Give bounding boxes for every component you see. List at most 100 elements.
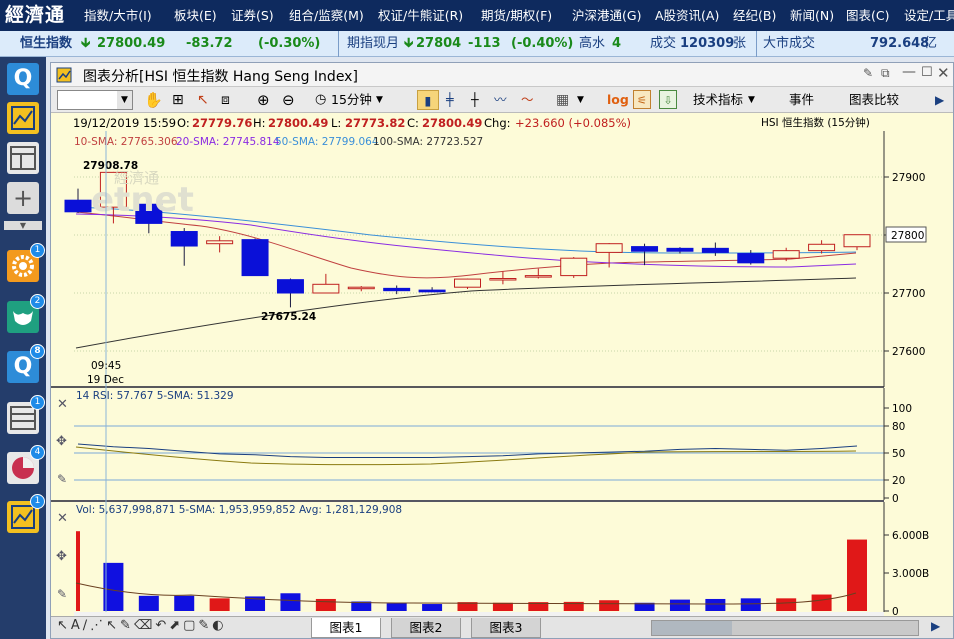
candle-body	[418, 289, 446, 293]
price-tick-label: 27900	[892, 172, 925, 184]
collapse-icon[interactable]: ▼	[4, 221, 42, 230]
tab-chart2[interactable]: 图表2	[391, 618, 461, 638]
volume-bar	[740, 598, 761, 611]
menu-bar: 經濟通 指数/大市(I) 板块(E) 证券(S) 组合/监察(M) 权证/牛熊证…	[0, 0, 954, 31]
menu-charts[interactable]: 图表(C)	[846, 0, 889, 31]
play-icon[interactable]: ▶	[931, 619, 940, 633]
turnover-unit: 亿	[924, 36, 938, 51]
rsi-panel-bg	[74, 388, 884, 500]
candle-body	[595, 243, 623, 253]
symbol-label: HSI 恒生指数 (15分钟)	[761, 116, 870, 129]
futures-change: -113	[468, 36, 501, 51]
menu-news[interactable]: 新闻(N)	[790, 0, 834, 31]
candle-body	[808, 243, 836, 252]
close-value: 27800.49	[422, 116, 482, 130]
rsi-tick-label: 80	[892, 421, 905, 433]
candle-body	[206, 240, 234, 245]
menu-portfolio[interactable]: 组合/监察(M)	[289, 0, 364, 31]
menu-securities[interactable]: 证券(S)	[231, 0, 274, 31]
edit-panel-icon[interactable]: ✎	[57, 587, 67, 601]
badge: 1	[30, 243, 45, 258]
time-label: 09:45	[91, 360, 121, 372]
futures-value: 27804	[416, 36, 462, 51]
open-value: 27779.76	[192, 116, 252, 130]
bottom-toolbar: ↖A∕⋰↖✎⌫↶⬈▢✎◐ 图表1 图表2 图表3 ▶	[51, 616, 953, 638]
app-logo: 經濟通	[5, 4, 66, 26]
settings-gear-icon[interactable]: 1	[7, 243, 45, 282]
layout-icon[interactable]: 1	[7, 395, 45, 434]
volume-bar	[599, 600, 620, 611]
candle-body	[312, 283, 340, 294]
high-marker-label: 27908.78	[83, 160, 138, 172]
volume-bar	[776, 598, 797, 611]
sma-100-label: 100-SMA: 27723.527	[373, 136, 483, 148]
pie-chart-icon[interactable]: 4	[7, 445, 45, 484]
close-panel-icon[interactable]: ✕	[57, 511, 68, 526]
volume-bar	[811, 594, 832, 611]
candle-body	[843, 234, 871, 248]
candle-body	[489, 278, 517, 281]
date-label: 19 Dec	[87, 374, 124, 386]
ticker-pct: (-0.30%)	[258, 36, 321, 51]
move-panel-icon[interactable]: ✥	[56, 549, 67, 564]
menu-index[interactable]: 指数/大市(I)	[84, 0, 152, 31]
menu-ashare[interactable]: A股资讯(A)	[655, 0, 719, 31]
menu-warrants[interactable]: 权证/牛熊证(R)	[378, 0, 463, 31]
quote-icon[interactable]: Q 8	[7, 344, 45, 383]
low-marker-label: 27675.24	[261, 311, 316, 323]
menu-sector[interactable]: 板块(E)	[174, 0, 217, 31]
candle-body	[631, 246, 659, 252]
turnover-value: 792.648	[870, 36, 930, 51]
close-panel-icon[interactable]: ✕	[57, 397, 68, 412]
add-icon[interactable]: +	[7, 182, 39, 214]
candle-body	[666, 247, 694, 252]
candle-body	[772, 250, 800, 259]
time-scroller[interactable]	[651, 620, 919, 636]
current-price-label: 27800	[891, 230, 924, 242]
index-ticker: 恒生指数 🡳 27800.49 -83.72 (-0.30%) 期指现月 🡳 2…	[0, 31, 954, 57]
layout-icon[interactable]	[7, 142, 39, 174]
rsi-tick-label: 20	[892, 475, 905, 487]
volume-tick-label: 6.000B	[892, 530, 929, 542]
move-panel-icon[interactable]: ✥	[56, 434, 67, 449]
menu-connect[interactable]: 沪深港通(G)	[572, 0, 641, 31]
chart-window: 图表分析[HSI 恒生指数 Hang Seng Index] ✎ ⧉ — ☐ ✕…	[50, 62, 954, 639]
rsi-tick-label: 100	[892, 403, 912, 415]
rsi-label: 14 RSI: 57.767 5-SMA: 51.329	[76, 390, 234, 402]
price-tick-label: 27600	[892, 346, 925, 358]
down-arrow-icon: 🡳	[81, 36, 91, 51]
tab-chart1[interactable]: 图表1	[311, 618, 381, 638]
futures-label[interactable]: 期指现月	[338, 31, 399, 57]
left-sidebar: Q + ▼ 1 2 Q 8 1 4 1	[0, 57, 46, 639]
bull-icon[interactable]: 2	[7, 294, 45, 333]
volume-unit: 张	[733, 36, 747, 51]
tab-chart3[interactable]: 图表3	[471, 618, 541, 638]
candle-body	[737, 253, 765, 264]
candle-body	[701, 247, 729, 253]
volume-bar	[847, 539, 867, 611]
ticker-value: 27800.49	[97, 36, 166, 51]
badge: 1	[30, 395, 45, 410]
chart-icon[interactable]: 1	[7, 494, 45, 533]
chart-icon[interactable]	[7, 102, 39, 134]
edit-panel-icon[interactable]: ✎	[57, 472, 67, 486]
candle-body	[64, 199, 92, 213]
drawing-tools-icons[interactable]: ↖A∕⋰↖✎⌫↶⬈▢✎◐	[57, 618, 227, 633]
volume-bar	[669, 599, 690, 611]
candle-body	[347, 286, 375, 290]
menu-settings[interactable]: 设定/工具	[904, 0, 954, 31]
quote-icon[interactable]: Q	[7, 63, 39, 95]
volume-bar	[138, 595, 159, 611]
volume-bar	[280, 593, 301, 611]
volume-bar	[422, 604, 443, 611]
badge: 8	[30, 344, 45, 359]
chart-area[interactable]: 2760027700278002790027800 0205080100 03.…	[51, 63, 953, 616]
menu-broker[interactable]: 经纪(B)	[733, 0, 776, 31]
ticker-name[interactable]: 恒生指数	[20, 31, 72, 57]
futures-pct: (-0.40%)	[511, 36, 574, 51]
badge: 4	[30, 445, 45, 460]
volume-label: Vol: 5,637,998,871 5-SMA: 1,953,959,852 …	[76, 504, 402, 516]
menu-futures[interactable]: 期货/期权(F)	[481, 0, 552, 31]
candle-body	[241, 239, 269, 277]
turnover-label: 大市成交	[756, 31, 815, 57]
